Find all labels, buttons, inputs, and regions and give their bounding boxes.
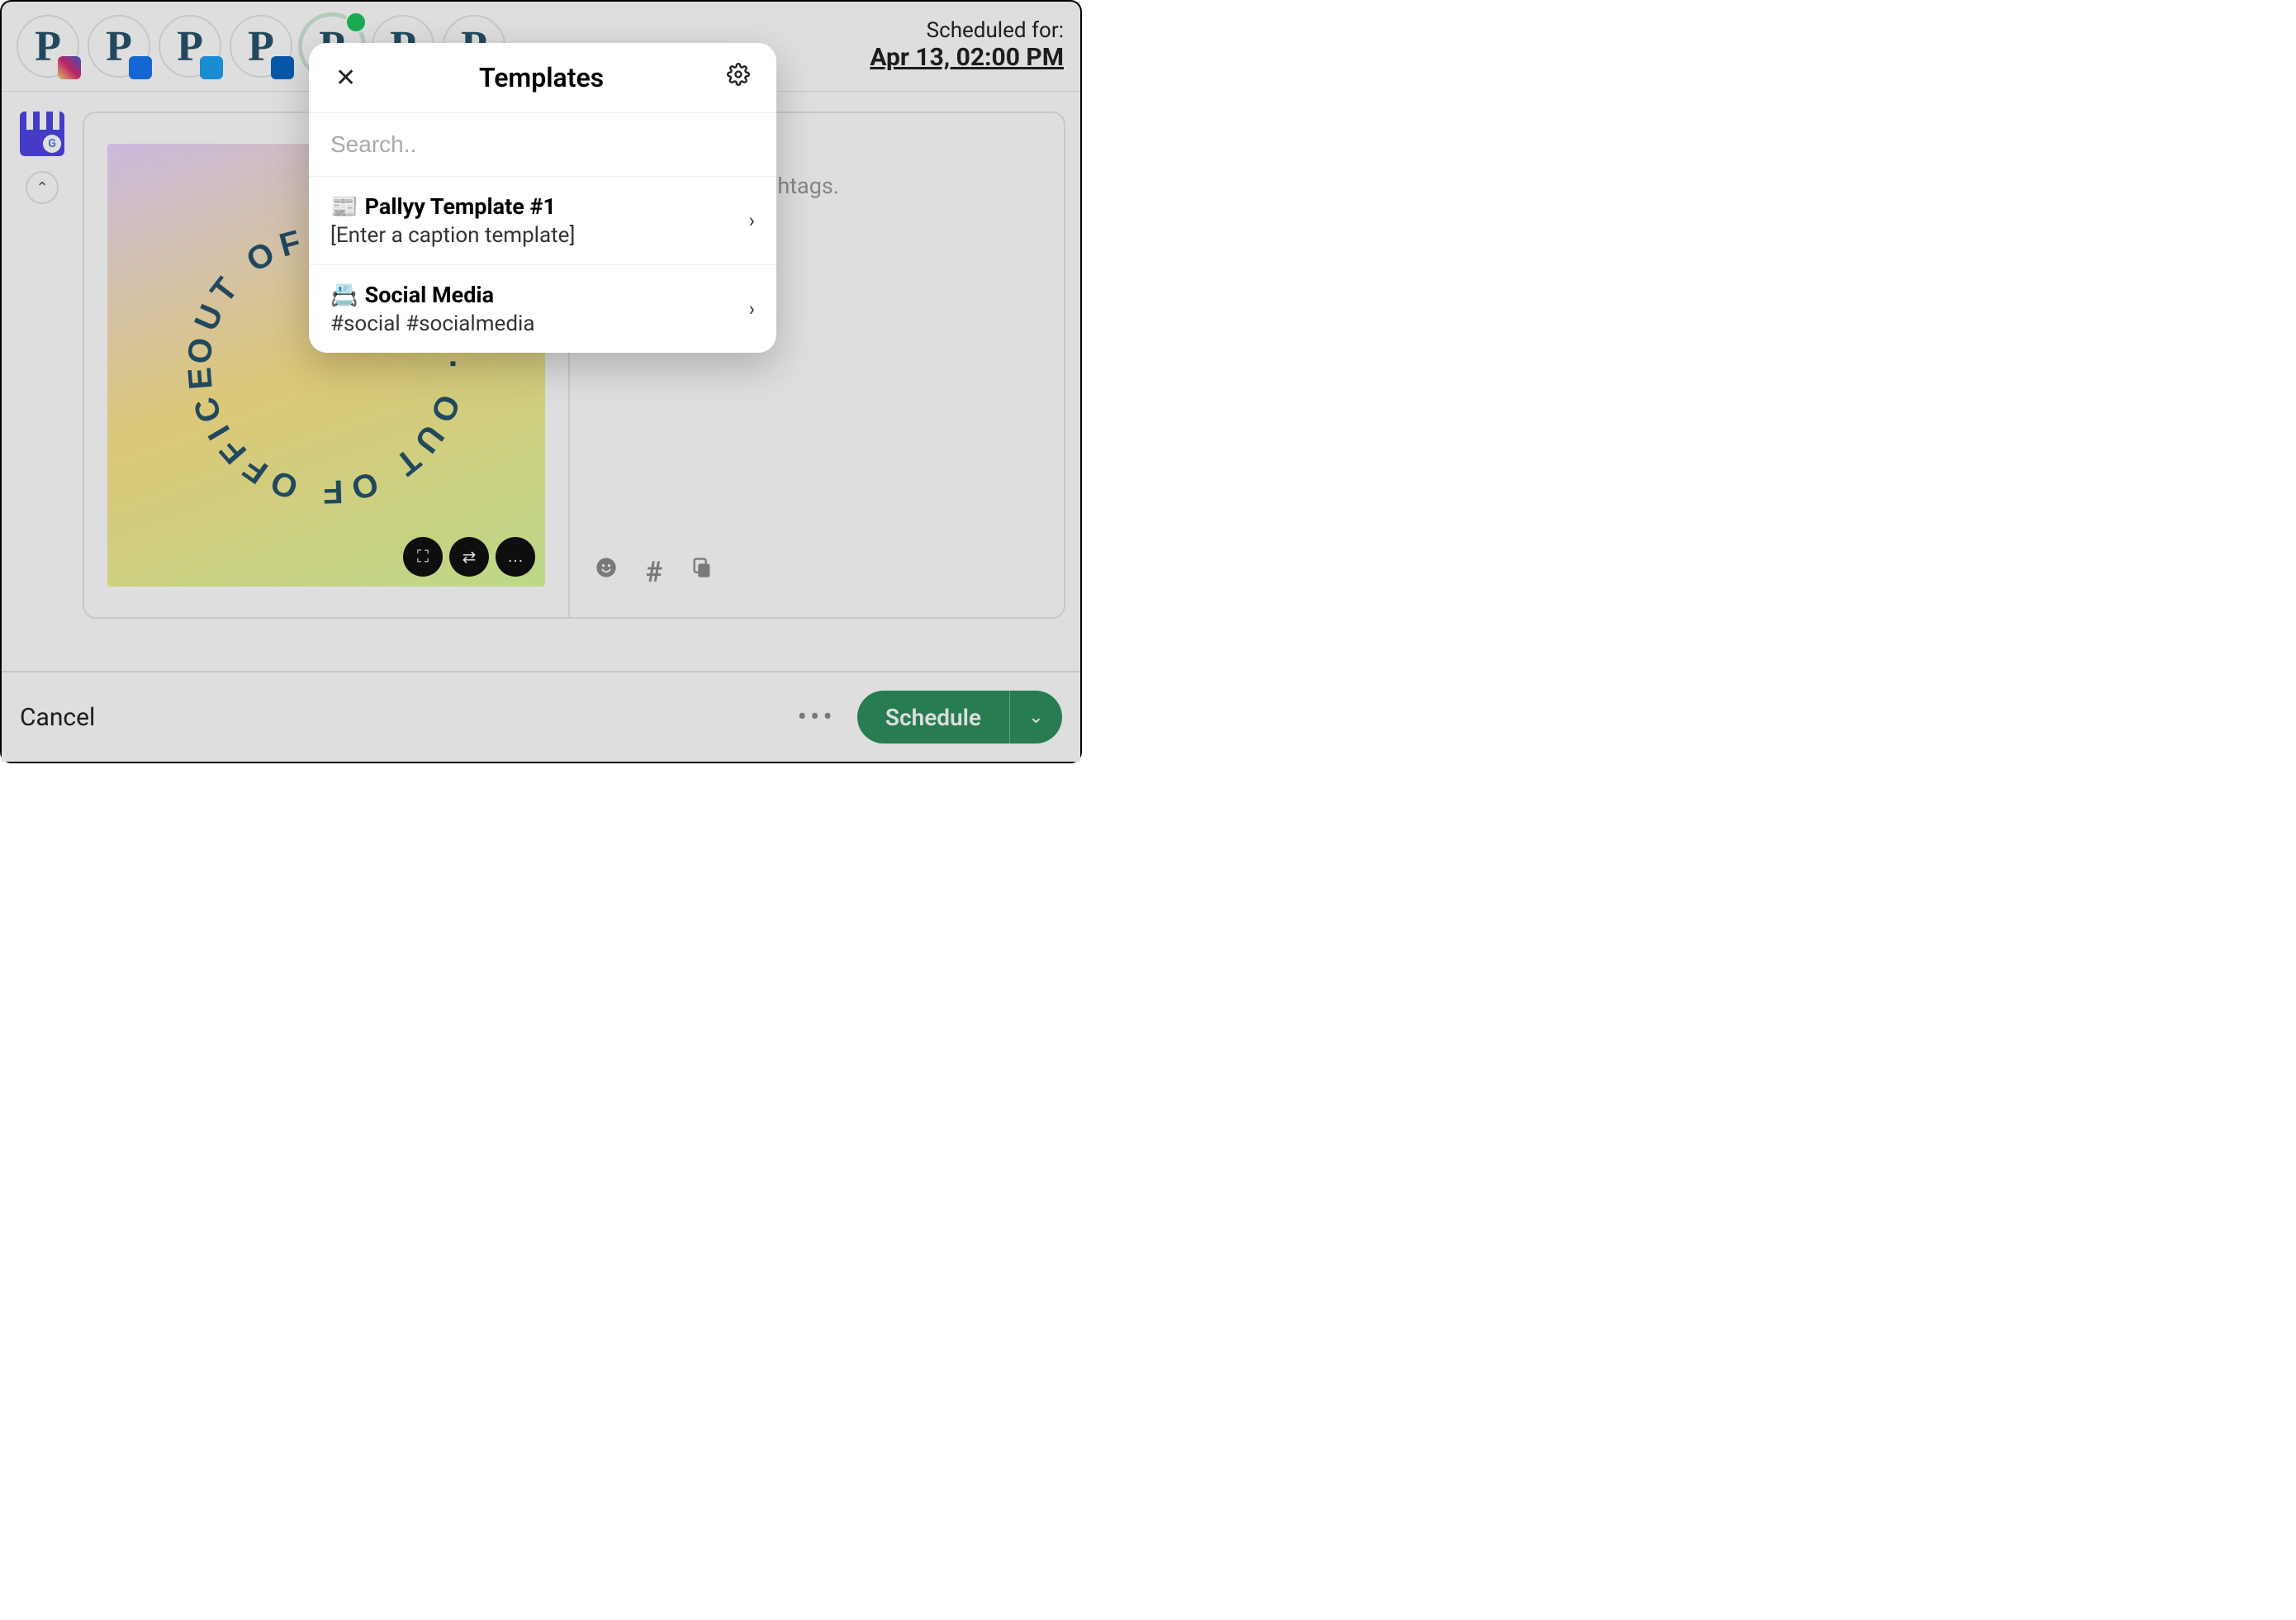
expand-icon: ⛶ xyxy=(417,548,429,567)
instagram-icon xyxy=(58,56,81,79)
account-instagram[interactable]: P xyxy=(17,15,79,78)
hashtag-button[interactable]: # xyxy=(646,556,662,589)
modal-header: ✕ Templates xyxy=(309,43,776,113)
close-icon: ✕ xyxy=(335,64,356,92)
template-2-subtitle: #social #socialmedia xyxy=(330,311,534,336)
emoji-icon xyxy=(595,556,618,579)
modal-search xyxy=(309,113,776,177)
cancel-button[interactable]: Cancel xyxy=(20,703,95,732)
google-business-icon[interactable]: G xyxy=(20,112,64,156)
side-column: G ⌃ xyxy=(17,112,68,619)
more-button[interactable]: … xyxy=(496,537,535,577)
copy-icon xyxy=(690,556,714,579)
search-input[interactable] xyxy=(309,113,776,176)
settings-button[interactable] xyxy=(722,59,755,96)
gear-icon xyxy=(727,63,750,86)
template-item-2[interactable]: 📇 Social Media #social #socialmedia › xyxy=(309,265,776,353)
footer: Cancel ••• Schedule ⌄ xyxy=(2,671,1080,762)
twitter-icon xyxy=(200,56,223,79)
chevron-right-icon: › xyxy=(749,209,755,232)
account-linkedin[interactable]: P xyxy=(230,15,292,78)
chevron-down-icon: ⌄ xyxy=(1028,707,1043,728)
scheduled-label: Scheduled for: xyxy=(870,18,1064,43)
check-icon xyxy=(345,12,367,33)
collapse-button[interactable]: ⌃ xyxy=(26,171,59,204)
template-1-subtitle: [Enter a caption template] xyxy=(330,223,575,248)
swap-icon: ⇄ xyxy=(463,547,477,568)
templates-modal: ✕ Templates 📰 Pallyy Template #1 [Enter a… xyxy=(309,43,776,353)
close-button[interactable]: ✕ xyxy=(330,60,361,96)
caption-tools: # xyxy=(595,556,1039,596)
template-1-title: Pallyy Template #1 xyxy=(365,193,556,220)
expand-button[interactable]: ⛶ xyxy=(403,537,443,577)
facebook-icon xyxy=(129,56,152,79)
template-1-emoji: 📰 xyxy=(330,193,358,220)
schedule-button[interactable]: Schedule xyxy=(857,691,1009,743)
media-actions: ⛶ ⇄ … xyxy=(403,537,535,577)
more-icon: … xyxy=(507,548,524,567)
template-item-1[interactable]: 📰 Pallyy Template #1 [Enter a caption tem… xyxy=(309,177,776,265)
template-2-emoji: 📇 xyxy=(330,282,358,308)
linkedin-icon xyxy=(271,56,294,79)
swap-button[interactable]: ⇄ xyxy=(449,537,489,577)
footer-more-button[interactable]: ••• xyxy=(797,701,835,734)
chevron-up-icon: ⌃ xyxy=(36,179,48,197)
copy-button[interactable] xyxy=(690,556,714,589)
emoji-button[interactable] xyxy=(595,556,618,589)
modal-title: Templates xyxy=(479,62,604,93)
template-2-title: Social Media xyxy=(365,282,494,308)
scheduled-datetime[interactable]: Apr 13, 02:00 PM xyxy=(870,43,1064,72)
schedule-dropdown-button[interactable]: ⌄ xyxy=(1009,691,1062,743)
account-facebook[interactable]: P xyxy=(88,15,150,78)
scheduled-for[interactable]: Scheduled for: Apr 13, 02:00 PM xyxy=(870,15,1064,72)
schedule-button-group: Schedule ⌄ xyxy=(857,691,1062,743)
account-twitter[interactable]: P xyxy=(159,15,221,78)
chevron-right-icon: › xyxy=(749,297,755,321)
